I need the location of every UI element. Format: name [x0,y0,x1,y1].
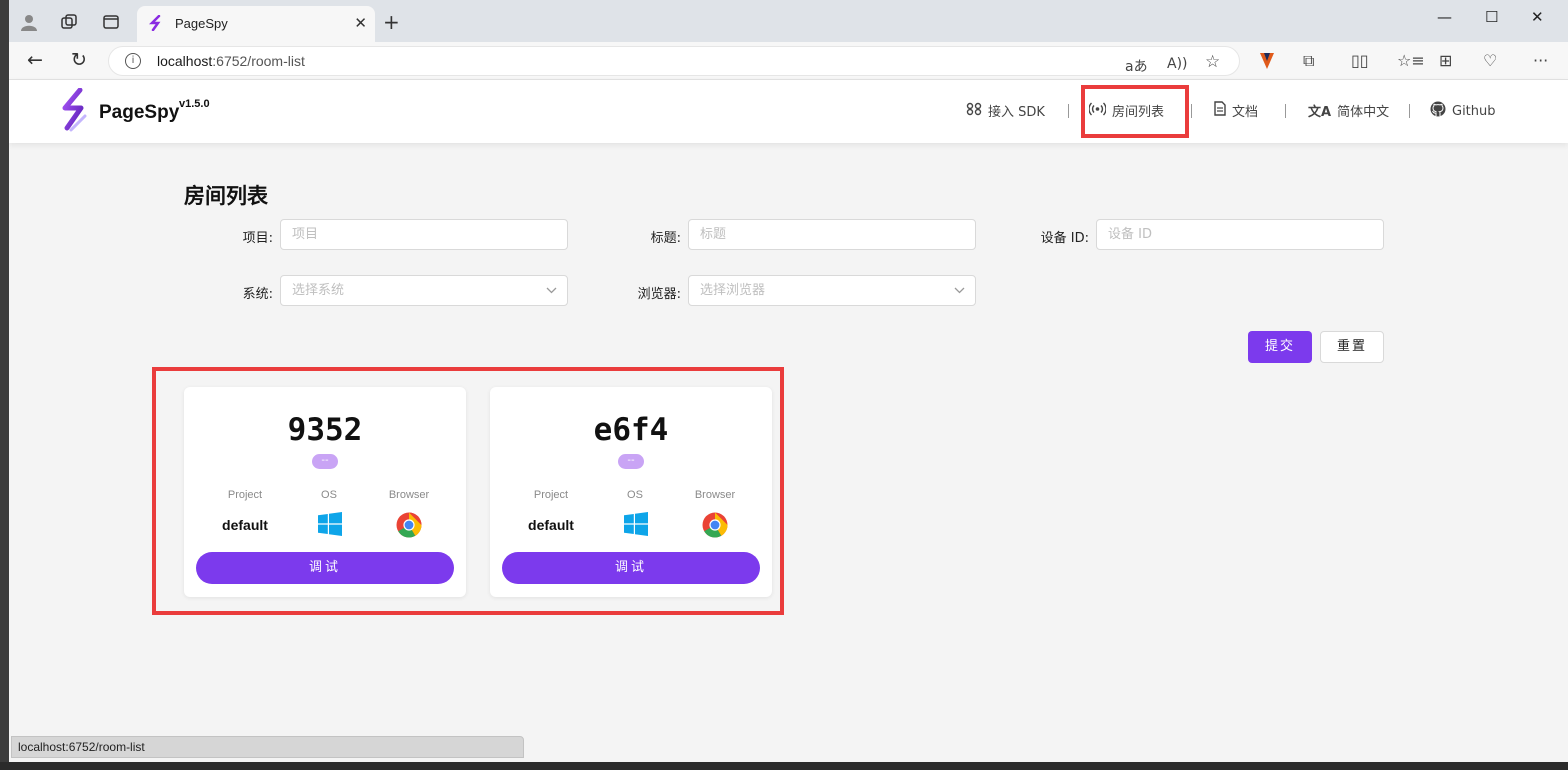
profile-icon[interactable] [19,12,39,32]
browser-select[interactable]: 选择浏览器 [688,275,976,306]
address-bar: ← ↻ i localhost:6752/room-list aあ A)) ☆ … [9,42,1568,80]
desktop-taskbar-edge [0,762,1568,770]
nav-sdk-label: 接入 SDK [988,105,1045,120]
nav-language-label: 简体中文 [1337,105,1390,120]
highlight-box-cards [152,367,784,615]
nav-docs[interactable]: 文档 [1214,101,1258,120]
extension-v-icon[interactable] [1259,52,1275,74]
chevron-down-icon [546,276,557,316]
nav-divider [1068,104,1069,118]
read-translate-icon[interactable]: aあ [1125,56,1148,76]
browser-window: PageSpy ✕ + — ☐ ✕ ← ↻ i localhost:6752/r… [9,0,1568,762]
os-select[interactable]: 选择系统 [280,275,568,306]
minimize-icon[interactable]: — [1437,8,1452,26]
status-bar-url: localhost:6752/room-list [11,736,524,758]
device-id-label: 设备 ID: [1040,231,1089,246]
nav-sdk[interactable]: 接入 SDK [966,101,1045,120]
favorites-icon[interactable]: ☆≡ [1397,51,1425,70]
project-label: 项目: [242,231,273,246]
new-tab-icon[interactable]: + [383,12,400,32]
close-window-icon[interactable]: ✕ [1531,8,1544,26]
tab-actions-icon[interactable] [101,12,121,32]
os-select-placeholder: 选择系统 [292,283,345,298]
tab-title: PageSpy [175,16,228,31]
highlight-box-nav [1081,85,1189,138]
browser-essentials-icon[interactable]: ♡ [1483,51,1497,70]
extensions-icon[interactable]: ⧉ [1303,51,1314,71]
browser-select-placeholder: 选择浏览器 [700,283,766,298]
app-header: PageSpy v1.5.0 接入 SDK 房间列表 文档 文A 简体中文 Gi… [9,80,1568,143]
title-label: 标题: [650,231,681,246]
os-label: 系统: [242,287,273,302]
brand-name[interactable]: PageSpy [99,102,179,124]
nav-github-label: Github [1452,103,1496,119]
favorite-star-icon[interactable]: ☆ [1205,52,1220,72]
project-input[interactable]: 项目 [280,219,568,250]
url-field[interactable]: i localhost:6752/room-list aあ A)) ☆ [108,46,1240,76]
document-icon [1214,101,1226,120]
version-label: v1.5.0 [179,98,210,110]
device-id-input[interactable]: 设备 ID [1096,219,1384,250]
reset-button[interactable]: 重置 [1320,331,1384,363]
submit-button[interactable]: 提交 [1248,331,1312,363]
pagespy-favicon-icon [148,14,165,32]
nav-docs-label: 文档 [1232,105,1259,120]
refresh-icon[interactable]: ↻ [71,50,87,70]
info-icon[interactable]: i [125,53,141,69]
close-tab-icon[interactable]: ✕ [354,14,367,32]
translate-icon: 文A [1308,105,1332,120]
tab-pagespy[interactable]: PageSpy ✕ [137,6,375,42]
browser-label: 浏览器: [637,287,681,302]
nav-divider [1285,104,1286,118]
more-menu-icon[interactable]: ··· [1533,51,1548,70]
nav-divider [1409,104,1410,118]
page-content: PageSpy v1.5.0 接入 SDK 房间列表 文档 文A 简体中文 Gi… [9,80,1568,762]
chevron-down-icon [954,276,965,316]
nav-divider [1191,104,1192,118]
back-icon[interactable]: ← [27,50,43,70]
nav-github[interactable]: Github [1430,101,1496,121]
title-input[interactable]: 标题 [688,219,976,250]
sdk-icon [966,102,982,120]
tab-bar: PageSpy ✕ + — ☐ ✕ [9,0,1568,42]
maximize-icon[interactable]: ☐ [1485,8,1498,26]
read-aloud-icon[interactable]: A)) [1167,56,1188,72]
desktop-background [0,0,9,770]
workspaces-icon[interactable] [59,12,79,32]
url-text: localhost:6752/room-list [157,53,305,69]
nav-language[interactable]: 文A 简体中文 [1308,101,1389,120]
collections-icon[interactable]: ⊞ [1439,51,1452,70]
split-screen-icon[interactable]: ▯▯ [1351,51,1369,70]
page-title: 房间列表 [184,184,268,208]
pagespy-logo-icon[interactable] [59,88,89,132]
github-icon [1430,101,1446,121]
